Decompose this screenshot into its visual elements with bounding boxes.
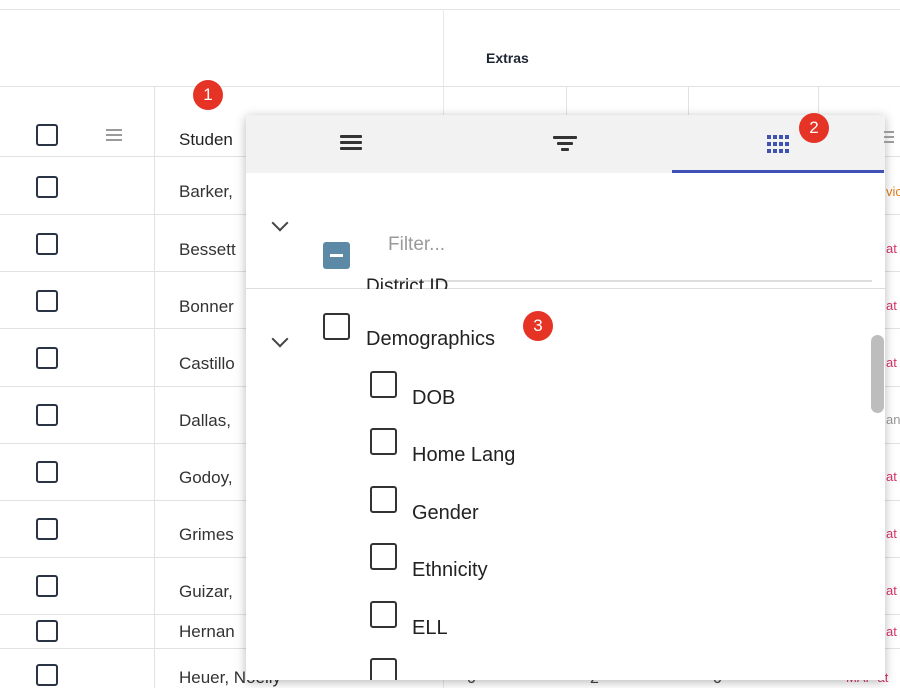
demographics-group-checkbox[interactable] (323, 313, 350, 340)
column-menu-popup: District ID Demographics DOB Home Lang G… (246, 115, 885, 680)
header-divider (0, 86, 443, 87)
tab-filter[interactable] (459, 115, 671, 173)
tab-general[interactable] (246, 115, 458, 173)
student-name: Grimes (179, 525, 234, 544)
column-checkbox-ethnicity[interactable] (370, 543, 397, 570)
column-menu-icon[interactable] (106, 126, 122, 144)
annotation-badge-1: 1 (193, 80, 223, 110)
row-edge-text: at (886, 583, 897, 598)
column-checkbox-partial[interactable] (370, 658, 397, 680)
tree-divider (246, 288, 885, 289)
clipped-column-item: District ID (366, 277, 449, 289)
student-name: Dallas, (179, 411, 231, 430)
column-label-dob[interactable]: DOB (412, 387, 455, 410)
row-checkbox[interactable] (36, 461, 58, 483)
column-label-home-lang[interactable]: Home Lang (412, 444, 515, 467)
popup-scrollbar[interactable] (871, 335, 884, 413)
toggle-all-checkbox-partial[interactable] (323, 242, 350, 269)
demographics-group-label[interactable]: Demographics (366, 328, 495, 351)
row-edge-text: at (886, 624, 897, 639)
columns-grid-icon (767, 135, 791, 153)
column-label-gender[interactable]: Gender (412, 502, 479, 525)
popup-tabbar (246, 115, 885, 173)
row-edge-text: at (886, 526, 897, 541)
menu-icon (340, 132, 362, 153)
column-filter-input[interactable] (388, 220, 872, 282)
row-edge-text: at (886, 469, 897, 484)
column-divider (154, 86, 155, 688)
row-edge-text: vic (886, 184, 900, 199)
row-checkbox[interactable] (36, 518, 58, 540)
row-edge-text: at (886, 298, 897, 313)
student-name: Barker, (179, 182, 233, 201)
student-name: Godoy, (179, 468, 233, 487)
row-checkbox[interactable] (36, 290, 58, 312)
column-menu-icon[interactable] (884, 128, 894, 146)
column-checkbox-gender[interactable] (370, 486, 397, 513)
column-label-ell[interactable]: ELL (412, 617, 448, 640)
column-checkbox-home-lang[interactable] (370, 428, 397, 455)
column-label-ethnicity[interactable]: Ethnicity (412, 559, 488, 582)
student-name: Bonner (179, 297, 234, 316)
row-checkbox[interactable] (36, 620, 58, 642)
student-name: Castillo (179, 354, 235, 373)
header-divider-right (443, 86, 900, 87)
row-checkbox[interactable] (36, 347, 58, 369)
row-checkbox[interactable] (36, 575, 58, 597)
filter-icon (553, 133, 577, 154)
annotation-badge-3: 3 (523, 311, 553, 341)
row-checkbox[interactable] (36, 404, 58, 426)
chevron-down-icon[interactable] (271, 214, 289, 232)
row-edge-text: an (886, 412, 900, 427)
student-column-header[interactable]: Studen (179, 130, 233, 150)
tab-columns[interactable] (672, 115, 884, 173)
extras-group-header: Extras (486, 50, 529, 66)
select-all-checkbox[interactable] (36, 124, 58, 146)
grid-top-border (0, 9, 900, 10)
student-name: Guizar, (179, 582, 233, 601)
student-name: Bessett (179, 240, 236, 259)
column-checkbox-ell[interactable] (370, 601, 397, 628)
row-checkbox[interactable] (36, 233, 58, 255)
row-edge-text: at (886, 241, 897, 256)
student-name: Hernan (179, 622, 235, 641)
annotation-badge-2: 2 (799, 113, 829, 143)
chevron-down-icon[interactable] (271, 330, 289, 348)
row-checkbox[interactable] (36, 664, 58, 686)
row-checkbox[interactable] (36, 176, 58, 198)
column-checkbox-dob[interactable] (370, 371, 397, 398)
row-edge-text: at (886, 355, 897, 370)
